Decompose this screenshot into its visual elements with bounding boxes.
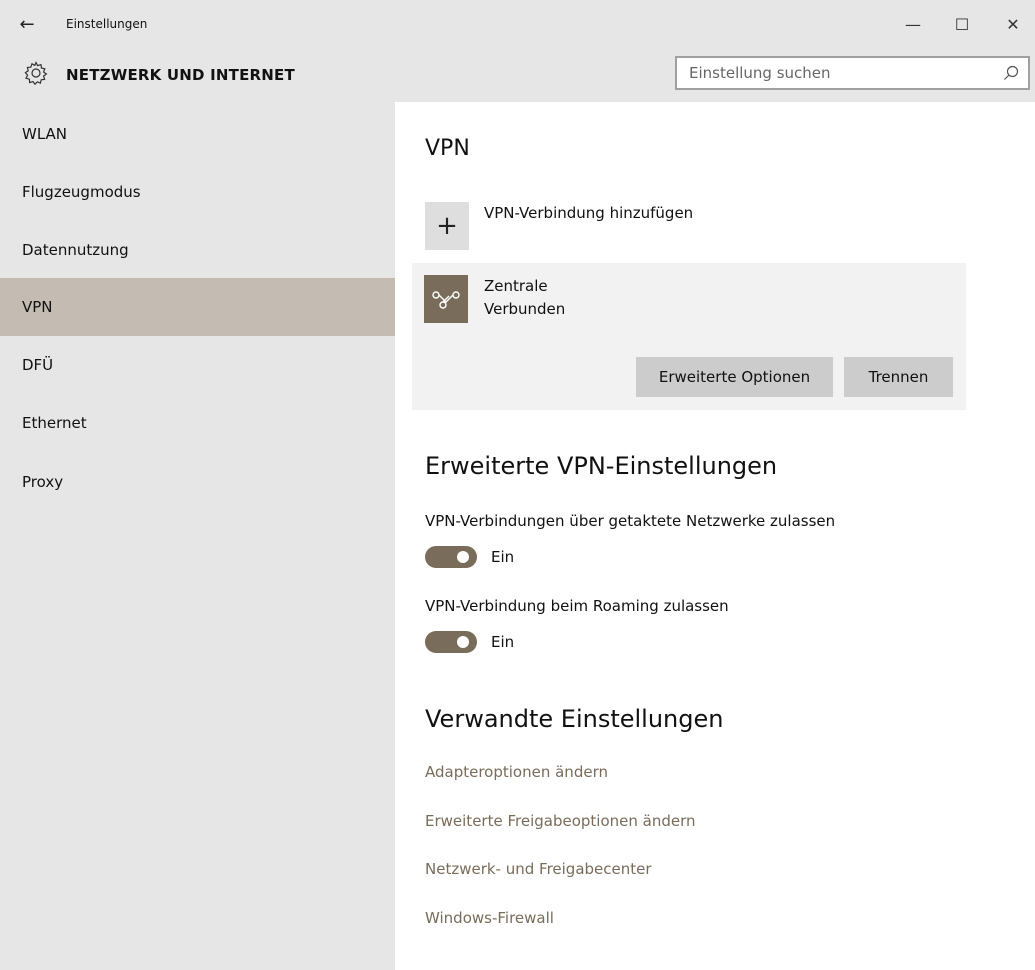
roaming-state: Ein — [491, 633, 515, 651]
sidebar: WLAN Flugzeugmodus Datennutzung VPN DFÜ … — [0, 102, 395, 970]
windows-firewall-link[interactable]: Windows-Firewall — [425, 909, 554, 927]
metered-networks-toggle[interactable] — [425, 546, 477, 568]
disconnect-button[interactable]: Trennen — [844, 357, 953, 397]
advanced-options-button[interactable]: Erweiterte Optionen — [636, 357, 833, 397]
title-bar: ← Einstellungen — ☐ ✕ — [0, 0, 1035, 50]
vpn-connection-card[interactable]: Zentrale Verbunden Erweiterte Optionen T… — [412, 263, 966, 410]
vpn-connection-status: Verbunden — [484, 300, 566, 318]
roaming-label: VPN-Verbindung beim Roaming zulassen — [425, 597, 729, 615]
sidebar-item-datennutzung[interactable]: Datennutzung — [0, 221, 395, 279]
plus-icon: + — [425, 202, 469, 250]
vpn-heading: VPN — [425, 136, 470, 161]
toggle-knob — [457, 636, 469, 648]
vpn-link-icon — [432, 291, 460, 309]
vpn-connection-icon — [424, 275, 468, 323]
window-title: Einstellungen — [66, 17, 148, 31]
vpn-connection-name: Zentrale — [484, 277, 548, 295]
search-input[interactable] — [689, 64, 989, 82]
search-box[interactable] — [675, 56, 1030, 90]
network-sharing-center-link[interactable]: Netzwerk- und Freigabecenter — [425, 860, 652, 878]
gear-icon — [24, 61, 48, 86]
metered-networks-state: Ein — [491, 548, 515, 566]
metered-networks-label: VPN-Verbindungen über getaktete Netzwerk… — [425, 512, 836, 530]
related-settings-heading: Verwandte Einstellungen — [425, 705, 724, 733]
add-vpn-label: VPN-Verbindung hinzufügen — [484, 204, 694, 222]
advanced-sharing-link[interactable]: Erweiterte Freigabeoptionen ändern — [425, 812, 696, 830]
main-content: VPN + VPN-Verbindung hinzufügen Zentrale… — [395, 102, 1035, 970]
back-arrow-icon[interactable]: ← — [16, 14, 38, 36]
sidebar-item-ethernet[interactable]: Ethernet — [0, 394, 395, 452]
sidebar-item-flugzeugmodus[interactable]: Flugzeugmodus — [0, 163, 395, 221]
add-vpn-connection-button[interactable]: + VPN-Verbindung hinzufügen — [425, 202, 825, 250]
sidebar-item-wlan[interactable]: WLAN — [0, 105, 395, 163]
adapter-options-link[interactable]: Adapteroptionen ändern — [425, 763, 608, 781]
settings-header: NETZWERK UND INTERNET — [0, 50, 1035, 102]
advanced-vpn-settings-heading: Erweiterte VPN-Einstellungen — [425, 452, 778, 480]
sidebar-item-vpn[interactable]: VPN — [0, 278, 395, 336]
minimize-icon[interactable]: — — [890, 8, 936, 42]
sidebar-item-dfue[interactable]: DFÜ — [0, 336, 395, 394]
toggle-knob — [457, 551, 469, 563]
sidebar-item-proxy[interactable]: Proxy — [0, 453, 395, 511]
close-icon[interactable]: ✕ — [990, 8, 1035, 42]
maximize-icon[interactable]: ☐ — [939, 8, 985, 42]
search-icon[interactable] — [1002, 64, 1020, 82]
roaming-toggle[interactable] — [425, 631, 477, 653]
page-title: NETZWERK UND INTERNET — [66, 66, 295, 84]
